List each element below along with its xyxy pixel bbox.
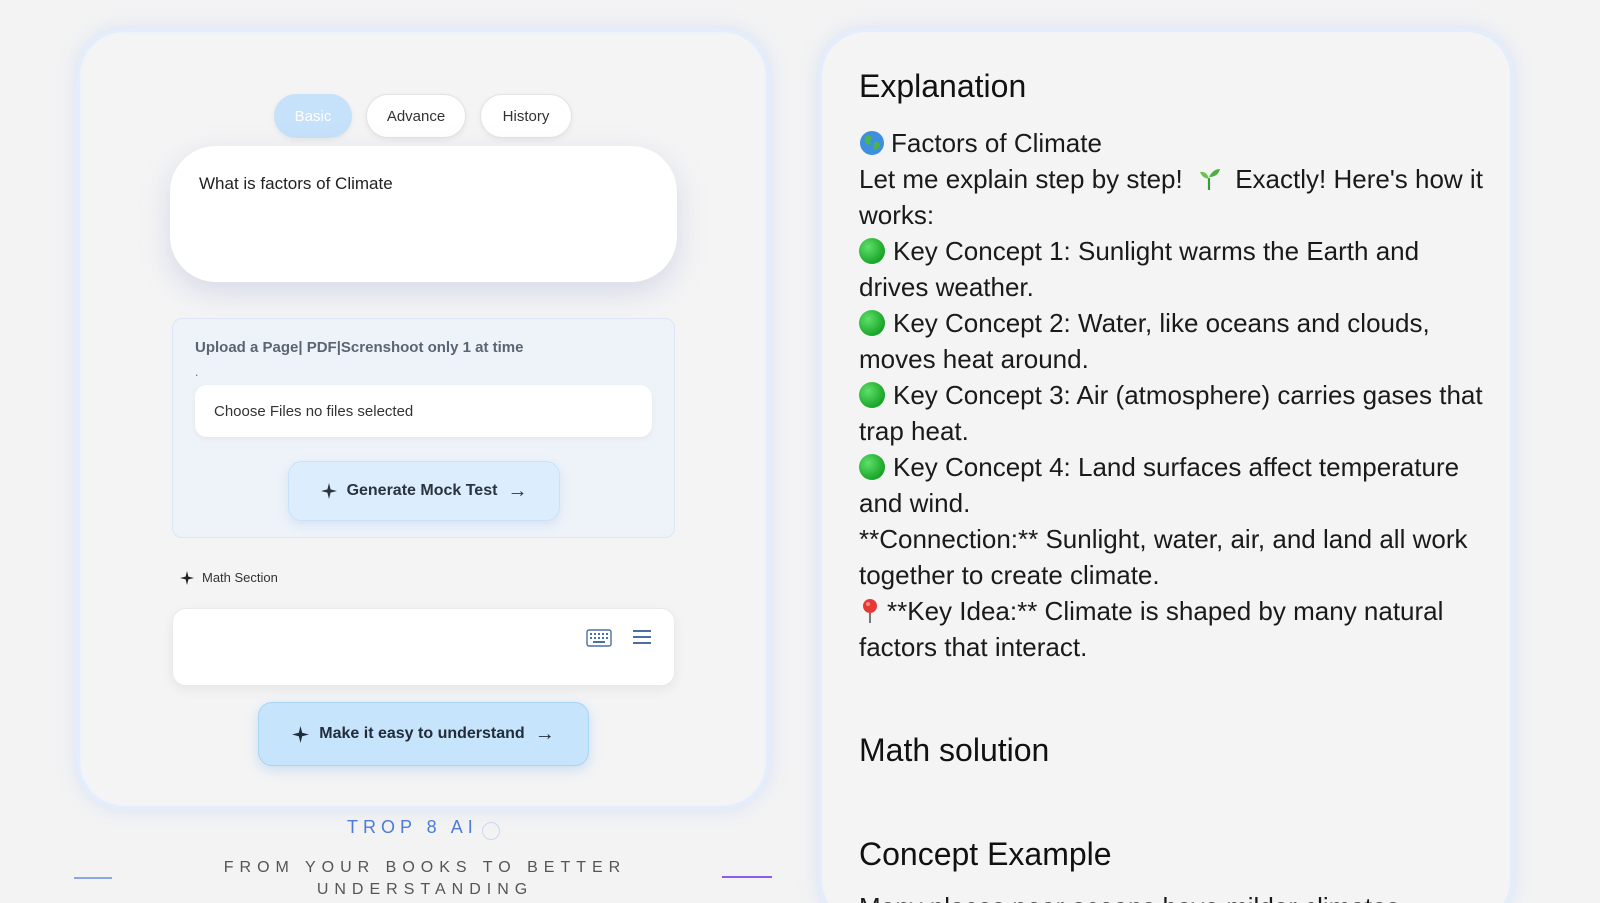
make-it-easy-button[interactable]: Make it easy to understand →: [258, 702, 589, 766]
generate-mock-test-label: Generate Mock Test: [346, 482, 498, 499]
pushpin-icon: [863, 599, 877, 623]
math-solution-title: Math solution: [859, 732, 1050, 768]
globe-icon: [860, 131, 884, 155]
green-circle-icon: [859, 238, 885, 264]
file-chooser[interactable]: Choose Files no files selected: [195, 385, 652, 437]
brand-logo: TROP 8 AI: [347, 814, 500, 840]
explanation-intro-a: Let me explain step by step!: [859, 164, 1183, 194]
math-section-label: Math Section: [180, 570, 278, 585]
brand-name: TROP 8 AI: [347, 816, 478, 837]
explanation-body: Factors of Climate Let me explain step b…: [859, 125, 1484, 665]
key-idea-text: **Key Idea:** Climate is shaped by many …: [859, 596, 1444, 662]
make-it-easy-label: Make it easy to understand: [319, 725, 525, 742]
explanation-heading-line: Factors of Climate: [859, 125, 1484, 161]
divider-left: [74, 877, 112, 879]
arrow-right-icon: →: [534, 722, 555, 745]
sparkle-icon: [292, 725, 310, 743]
question-input[interactable]: What is factors of Climate: [170, 146, 677, 282]
circle-icon: [481, 822, 500, 840]
upload-section: Upload a Page| PDF|Screnshoot only 1 at …: [172, 318, 675, 538]
mode-tabs: Basic Advance History: [274, 94, 572, 138]
concept-example-text: Many places near oceans have milder clim…: [859, 892, 1421, 903]
math-section-text: Math Section: [202, 570, 278, 585]
upload-title: Upload a Page| PDF|Screnshoot only 1 at …: [195, 339, 524, 356]
green-circle-icon: [859, 382, 885, 408]
concept-text-3: Key Concept 3: Air (atmosphere) carries …: [859, 380, 1483, 446]
concept-text-1: Key Concept 1: Sunlight warms the Earth …: [859, 236, 1420, 302]
explanation-title: Explanation: [859, 68, 1027, 104]
arrow-right-icon: →: [507, 479, 528, 502]
green-circle-icon: [859, 310, 885, 336]
brand-tagline: FROM YOUR BOOKS TO BETTER UNDERSTANDING: [223, 859, 627, 898]
concept-line-1: Key Concept 1: Sunlight warms the Earth …: [859, 233, 1484, 305]
concept-line-3: Key Concept 3: Air (atmosphere) carries …: [859, 377, 1484, 449]
tab-history[interactable]: History: [480, 94, 572, 138]
keyboard-icon[interactable]: [586, 629, 612, 647]
seedling-icon: [1199, 169, 1220, 190]
sparkle-icon: [180, 570, 194, 585]
tab-basic[interactable]: Basic: [274, 94, 352, 138]
math-input[interactable]: [172, 608, 675, 686]
key-idea-line: **Key Idea:** Climate is shaped by many …: [859, 593, 1484, 665]
concept-line-2: Key Concept 2: Water, like oceans and cl…: [859, 305, 1484, 377]
concept-text-4: Key Concept 4: Land surfaces affect temp…: [859, 452, 1460, 518]
tab-advance[interactable]: Advance: [366, 94, 466, 138]
explanation-heading: Factors of Climate: [891, 128, 1102, 158]
divider-right: [722, 876, 772, 878]
upload-dot: .: [195, 365, 199, 379]
explanation-intro-line: Let me explain step by step! Exactly! He…: [859, 161, 1484, 233]
menu-icon[interactable]: [632, 627, 652, 647]
sparkle-icon: [320, 483, 337, 499]
concept-text-2: Key Concept 2: Water, like oceans and cl…: [859, 308, 1430, 374]
generate-mock-test-button[interactable]: Generate Mock Test →: [288, 461, 560, 521]
concept-example-title: Concept Example: [859, 836, 1112, 872]
green-circle-icon: [859, 454, 885, 480]
connection-text: **Connection:** Sunlight, water, air, an…: [859, 524, 1468, 590]
concept-line-4: Key Concept 4: Land surfaces affect temp…: [859, 449, 1484, 521]
